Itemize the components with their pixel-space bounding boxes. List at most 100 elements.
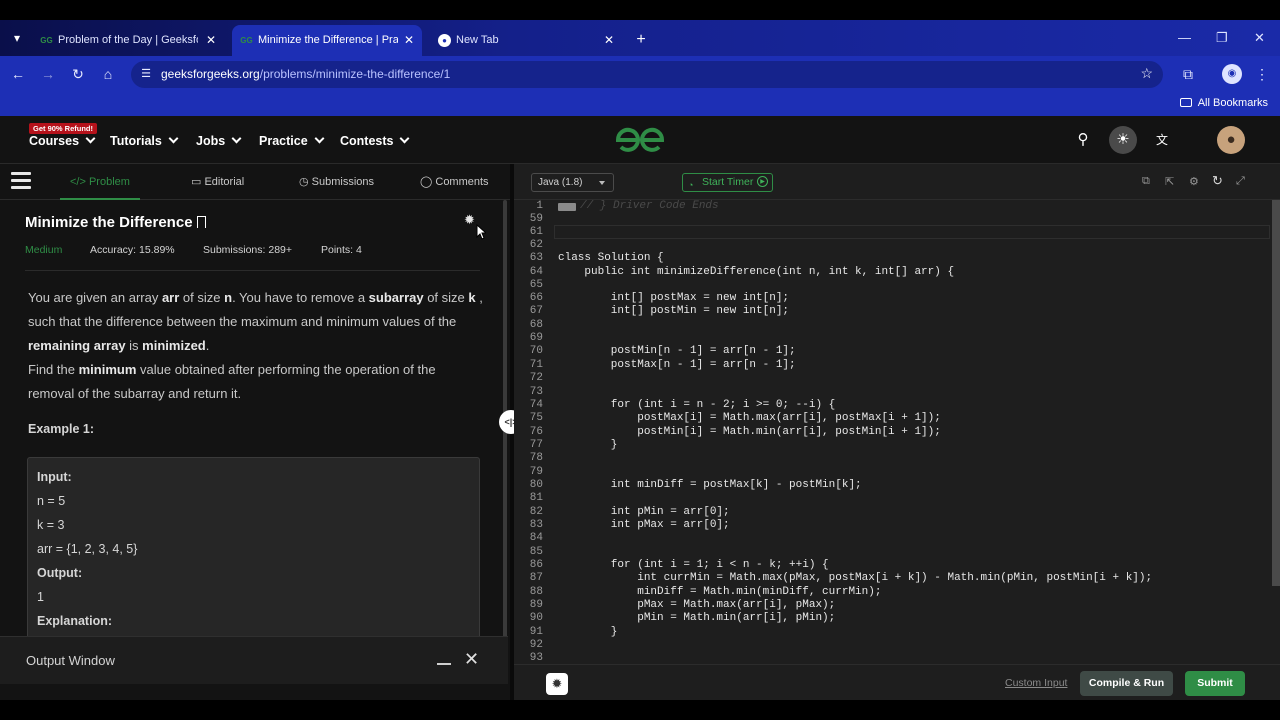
gfg-logo-icon[interactable] [614,124,666,156]
extensions-icon[interactable]: ⧉ [1178,64,1198,84]
scrollbar-thumb[interactable] [1272,200,1280,586]
language-select[interactable]: Java (1.8) [531,173,614,192]
tab-problem[interactable]: </> Problem [60,164,140,200]
code-line[interactable]: 68 [514,319,1270,332]
address-bar[interactable]: ☰ geeksforgeeks.org/problems/minimize-th… [131,61,1163,88]
custom-input-link[interactable]: Custom Input [1005,677,1067,689]
code-line[interactable]: 63 class Solution { [514,252,1270,265]
compile-run-button[interactable]: Compile & Run [1080,671,1173,696]
code-line[interactable]: 85 [514,546,1270,559]
close-window-icon[interactable]: ✕ [1254,30,1265,46]
reload-icon[interactable]: ↻ [68,64,88,84]
reset-icon[interactable]: ↻ [1212,173,1223,189]
restore-window-icon[interactable]: ❐ [1216,30,1228,46]
code-line[interactable]: 87 int currMin = Math.max(pMax, postMax[… [514,572,1270,585]
minimize-window-icon[interactable]: — [1178,30,1191,45]
line-number: 70 [529,345,543,357]
code-line[interactable]: 69 [514,332,1270,345]
refund-promo-badge[interactable]: Get 90% Refund! [29,123,98,134]
tab-search-chevron-icon[interactable]: ▾ [6,28,28,48]
browser-menu-icon[interactable]: ⋮ [1252,64,1272,84]
code-line[interactable]: 67 int[] postMin = new int[n]; [514,305,1270,318]
new-tab-button[interactable]: + [631,31,651,51]
user-avatar[interactable]: ● [1217,126,1245,154]
code-line[interactable]: 76 postMin[i] = Math.min(arr[i], postMin… [514,426,1270,439]
code-line[interactable]: 83 int pMax = arr[0]; [514,519,1270,532]
copy-icon[interactable]: ⧉ [1142,175,1150,188]
code-line[interactable]: 93 [514,652,1270,664]
code-line[interactable]: 72 [514,372,1270,385]
menu-contests[interactable]: Contests [340,133,410,148]
code-line[interactable]: 77 } [514,439,1270,452]
code-line[interactable]: 74 for (int i = n - 2; i >= 0; --i) { [514,399,1270,412]
code-line[interactable]: 80 int minDiff = postMax[k] - postMin[k]… [514,479,1270,492]
menu-practice[interactable]: Practice [259,133,325,148]
code-line[interactable]: 61 [514,226,1270,239]
editor-scrollbar[interactable] [1272,200,1280,664]
code-line[interactable]: 78 [514,452,1270,465]
close-tab-icon[interactable]: ✕ [604,25,614,56]
code-area[interactable]: 1 // } Driver Code Ends 59 61 62 63 class Solu… [514,200,1270,664]
submit-button[interactable]: Submit [1185,671,1245,696]
code-line[interactable]: 91 } [514,626,1270,639]
minimize-icon[interactable] [437,663,451,665]
all-bookmarks-button[interactable]: All Bookmarks [1179,97,1268,109]
line-number: 85 [529,546,543,558]
tab-comments[interactable]: ◯ Comments [420,164,489,200]
hamburger-menu-icon[interactable] [11,172,31,190]
menu-jobs[interactable]: Jobs [196,133,242,148]
code-line[interactable]: 73 [514,386,1270,399]
translate-icon[interactable]: 文 [1148,126,1176,154]
close-icon[interactable]: ✕ [464,649,479,670]
profile-avatar-icon[interactable]: ◉ [1222,64,1242,84]
gfg-favicon-icon: GG [40,36,53,45]
start-timer-button[interactable]: ◔ Start Timer ▶ [682,173,773,192]
code-line[interactable]: 66 int[] postMax = new int[n]; [514,292,1270,305]
code-line[interactable]: 90 pMin = Math.min(arr[i], pMin); [514,612,1270,625]
output-window[interactable]: Output Window ✕ [0,636,508,684]
back-icon[interactable]: ← [8,64,28,84]
code-line[interactable]: 81 [514,492,1270,505]
code-line[interactable]: 79 [514,466,1270,479]
close-tab-icon[interactable]: ✕ [404,25,414,56]
home-icon[interactable]: ⌂ [98,64,118,84]
fold-marker-icon[interactable] [558,203,576,211]
code-line[interactable]: 92 [514,639,1270,652]
code-line[interactable]: 65 [514,279,1270,292]
code-line[interactable]: 75 postMax[i] = Math.max(arr[i], postMax… [514,412,1270,425]
tab-submissions[interactable]: ◷ Submissions [299,164,374,200]
browser-tab-problem-of-day[interactable]: GG Problem of the Day | GeeksforG ✕ [32,25,224,56]
code-line[interactable]: 1 // } Driver Code Ends [514,200,1270,213]
forward-icon[interactable]: → [38,64,58,84]
browser-tab-new-tab[interactable]: ● New Tab ✕ [430,25,622,56]
code-line[interactable]: 64 public int minimizeDifference(int n, … [514,266,1270,279]
theme-toggle-icon[interactable]: ☀ [1109,126,1137,154]
search-icon[interactable]: ⚲ [1069,126,1097,154]
settings-icon[interactable]: ⚙ [1189,175,1199,188]
line-number: 75 [529,412,543,424]
bookmark-icon[interactable] [196,216,206,228]
code-line[interactable]: 86 for (int i = 1; i < n - k; ++i) { [514,559,1270,572]
code-line[interactable]: 82 int pMin = arr[0]; [514,506,1270,519]
code-line[interactable]: 70 postMin[n - 1] = arr[n - 1]; [514,345,1270,358]
menu-tutorials[interactable]: Tutorials [110,133,179,148]
lightbulb-hint-icon[interactable]: ✹ [546,673,568,695]
code-line[interactable]: 89 pMax = Math.max(arr[i], pMax); [514,599,1270,612]
close-tab-icon[interactable]: ✕ [206,25,216,56]
fullscreen-icon[interactable]: ⤢ [1236,175,1245,188]
code-line[interactable]: 88 minDiff = Math.min(minDiff, currMin); [514,586,1270,599]
line-number: 91 [529,626,543,638]
line-number: 90 [529,612,543,624]
example-output-label: Output: [37,566,83,580]
browser-tab-minimize-difference[interactable]: GG Minimize the Difference | Practi ✕ [232,25,422,56]
bookmark-star-icon[interactable]: ☆ [1140,65,1153,82]
code-line[interactable]: 71 postMax[n - 1] = arr[n - 1]; [514,359,1270,372]
code-line[interactable]: 59 [514,213,1270,226]
tab-editorial[interactable]: ▭ Editorial [191,164,244,200]
code-line[interactable]: 84 [514,532,1270,545]
menu-courses[interactable]: Courses [29,133,96,148]
export-icon[interactable]: ⇱ [1165,175,1174,188]
site-info-icon[interactable]: ☰ [139,67,153,81]
code-line[interactable]: 62 [514,239,1270,252]
line-number: 59 [529,213,543,225]
